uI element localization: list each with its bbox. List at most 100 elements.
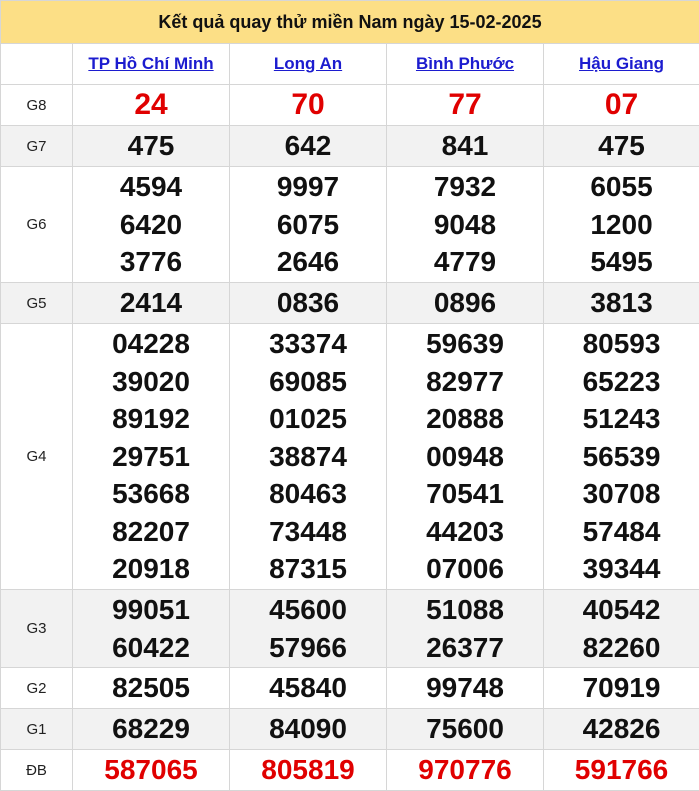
province-header: TP Hồ Chí Minh: [73, 44, 230, 85]
prize-number: 805819: [230, 751, 386, 789]
province-link[interactable]: Bình Phước: [416, 54, 514, 73]
prize-number: 0896: [387, 284, 543, 322]
prize-number: 04228: [73, 325, 229, 363]
prize-cell: 0896: [387, 283, 544, 324]
prize-number: 39344: [544, 550, 699, 588]
prize-number: 24: [73, 86, 229, 124]
prize-cell: 475: [73, 126, 230, 167]
prize-row: G168229840907560042826: [1, 709, 699, 750]
prize-number: 87315: [230, 550, 386, 588]
prize-number: 970776: [387, 751, 543, 789]
prize-number: 29751: [73, 438, 229, 476]
prize-number: 30708: [544, 475, 699, 513]
province-link[interactable]: Long An: [274, 54, 342, 73]
prize-number: 70: [230, 86, 386, 124]
prize-cell: 04228390208919229751536688220720918: [73, 324, 230, 590]
prize-number: 68229: [73, 710, 229, 748]
prize-row: G7475642841475: [1, 126, 699, 167]
prize-row: G52414083608963813: [1, 283, 699, 324]
prize-number: 77: [387, 86, 543, 124]
prize-number: 33374: [230, 325, 386, 363]
prize-number: 70541: [387, 475, 543, 513]
prize-cell: 999760752646: [230, 167, 387, 283]
prize-cell: 99748: [387, 668, 544, 709]
prize-number: 642: [230, 127, 386, 165]
prize-number: 7932: [387, 168, 543, 206]
prize-number: 51243: [544, 400, 699, 438]
prize-number: 99748: [387, 669, 543, 707]
prize-number: 39020: [73, 363, 229, 401]
prize-number: 82260: [544, 629, 699, 667]
province-header: Hậu Giang: [544, 44, 699, 85]
prize-cell: 605512005495: [544, 167, 699, 283]
prize-row: G404228390208919229751536688220720918333…: [1, 324, 699, 590]
prize-cell: 4560057966: [230, 590, 387, 668]
prize-number: 59639: [387, 325, 543, 363]
prize-number: 01025: [230, 400, 386, 438]
prize-cell: 59639829772088800948705414420307006: [387, 324, 544, 590]
prize-number: 65223: [544, 363, 699, 401]
prize-number: 475: [73, 127, 229, 165]
results-table: Kết quả quay thử miền Nam ngày 15-02-202…: [0, 0, 699, 791]
corner-cell: [1, 44, 73, 85]
prize-cell: 84090: [230, 709, 387, 750]
province-header: Bình Phước: [387, 44, 544, 85]
prize-number: 80463: [230, 475, 386, 513]
province-header: Long An: [230, 44, 387, 85]
prize-row: ĐB587065805819970776591766: [1, 750, 699, 791]
prize-cell: 642: [230, 126, 387, 167]
prize-number: 3813: [544, 284, 699, 322]
prize-number: 1200: [544, 206, 699, 244]
prize-number: 53668: [73, 475, 229, 513]
prize-number: 57966: [230, 629, 386, 667]
prize-cell: 3813: [544, 283, 699, 324]
prize-number: 26377: [387, 629, 543, 667]
prize-row: G282505458409974870919: [1, 668, 699, 709]
prize-cell: 805819: [230, 750, 387, 791]
prize-cell: 841: [387, 126, 544, 167]
prize-row: G645946420377699976075264679329048477960…: [1, 167, 699, 283]
prize-number: 99051: [73, 591, 229, 629]
prize-number: 07006: [387, 550, 543, 588]
prize-cell: 75600: [387, 709, 544, 750]
prize-number: 42826: [544, 710, 699, 748]
prize-number: 51088: [387, 591, 543, 629]
prize-number: 00948: [387, 438, 543, 476]
prize-number: 0836: [230, 284, 386, 322]
prize-number: 44203: [387, 513, 543, 551]
prize-cell: 9905160422: [73, 590, 230, 668]
prize-number: 5495: [544, 243, 699, 281]
prize-label: G3: [1, 590, 73, 668]
prize-cell: 70: [230, 85, 387, 126]
prize-number: 73448: [230, 513, 386, 551]
prize-cell: 587065: [73, 750, 230, 791]
prize-cell: 5108826377: [387, 590, 544, 668]
prize-number: 56539: [544, 438, 699, 476]
prize-number: 6075: [230, 206, 386, 244]
prize-number: 75600: [387, 710, 543, 748]
province-link[interactable]: TP Hồ Chí Minh: [88, 54, 213, 73]
prize-number: 2646: [230, 243, 386, 281]
prize-number: 587065: [73, 751, 229, 789]
prize-number: 60422: [73, 629, 229, 667]
prize-cell: 70919: [544, 668, 699, 709]
prize-cell: 77: [387, 85, 544, 126]
prize-label: G2: [1, 668, 73, 709]
prize-number: 9997: [230, 168, 386, 206]
prize-cell: 33374690850102538874804637344887315: [230, 324, 387, 590]
prize-label: G1: [1, 709, 73, 750]
prize-number: 6055: [544, 168, 699, 206]
prize-label: G6: [1, 167, 73, 283]
prize-number: 80593: [544, 325, 699, 363]
province-link[interactable]: Hậu Giang: [579, 54, 664, 73]
prize-cell: 4054282260: [544, 590, 699, 668]
lottery-results: Kết quả quay thử miền Nam ngày 15-02-202…: [0, 0, 699, 790]
prize-number: 20888: [387, 400, 543, 438]
prize-label: G5: [1, 283, 73, 324]
prize-label: G8: [1, 85, 73, 126]
prize-number: 45840: [230, 669, 386, 707]
prize-cell: 2414: [73, 283, 230, 324]
prize-number: 45600: [230, 591, 386, 629]
prize-number: 20918: [73, 550, 229, 588]
prize-row: G824707707: [1, 85, 699, 126]
